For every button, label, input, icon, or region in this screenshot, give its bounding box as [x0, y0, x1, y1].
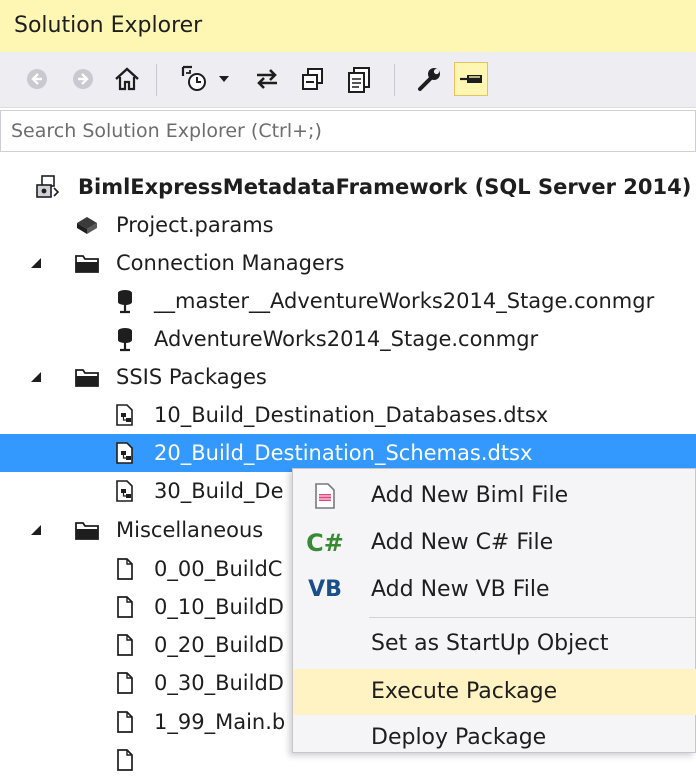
dtsx-package-icon — [112, 478, 138, 504]
connection-manager-icon — [112, 288, 138, 314]
connection-manager-icon — [112, 326, 138, 352]
forward-icon[interactable] — [66, 62, 100, 96]
search-box[interactable] — [0, 110, 696, 152]
tree-item-label: Connection Managers — [116, 251, 345, 275]
toolbar-separator — [394, 64, 395, 96]
menu-item-add-new-csharp-file[interactable]: C# Add New C# File — [293, 520, 696, 566]
file-icon — [112, 670, 138, 696]
vb-icon: VB — [308, 577, 342, 602]
tree-item-package-selected[interactable]: 20_Build_Destination_Schemas.dtsx — [0, 434, 696, 472]
folder-icon — [74, 250, 100, 276]
expanded-arrow-icon[interactable] — [28, 511, 44, 549]
search-input[interactable] — [1, 111, 696, 151]
biml-file-icon — [307, 473, 343, 519]
file-icon — [112, 747, 138, 773]
tree-item-ssis-packages[interactable]: SSIS Packages — [0, 358, 696, 396]
tree-item-label: 20_Build_Destination_Schemas.dtsx — [154, 441, 533, 465]
tree-item-package[interactable]: 10_Build_Destination_Databases.dtsx — [0, 396, 696, 434]
pending-changes-icon[interactable] — [178, 62, 212, 96]
dropdown-arrow-icon[interactable] — [214, 62, 234, 96]
menu-item-set-as-startup-object[interactable]: Set as StartUp Object — [293, 621, 696, 667]
tree-item-label: 1_99_Main.b — [154, 710, 286, 734]
window-title: Solution Explorer — [14, 13, 203, 38]
tree-item-project-params[interactable]: Project.params — [0, 206, 696, 244]
tree-item-label: AdventureWorks2014_Stage.conmgr — [154, 327, 539, 351]
tree-item-connection-manager[interactable]: AdventureWorks2014_Stage.conmgr — [0, 320, 696, 358]
tree-item-label: SSIS Packages — [116, 365, 267, 389]
solution-explorer-title-bar: Solution Explorer — [0, 0, 696, 52]
dtsx-package-icon — [112, 440, 138, 466]
ssis-project-icon — [34, 174, 60, 200]
expanded-arrow-icon[interactable] — [28, 358, 44, 396]
tree-item-connection-managers[interactable]: Connection Managers — [0, 244, 696, 282]
menu-separator — [369, 617, 695, 618]
tree-item-label: 0_10_BuildD — [154, 595, 284, 619]
tree-item-label: Project.params — [116, 213, 274, 237]
back-icon[interactable] — [20, 62, 54, 96]
menu-item-label: Add New VB File — [371, 577, 550, 602]
tree-item-label: 0_30_BuildD — [154, 671, 284, 695]
menu-item-add-new-vb-file[interactable]: VB Add New VB File — [293, 567, 696, 613]
menu-item-execute-package[interactable]: Execute Package — [293, 669, 696, 715]
tree-item-label: Miscellaneous — [116, 518, 264, 542]
collapse-all-icon[interactable] — [296, 62, 330, 96]
solution-explorer-toolbar — [0, 52, 696, 108]
menu-item-label: Execute Package — [371, 679, 558, 704]
file-icon — [112, 556, 138, 582]
tree-item-label: BimlExpressMetadataFramework (SQL Server… — [78, 175, 692, 199]
menu-item-deploy-package[interactable]: Deploy Package — [293, 715, 696, 761]
file-icon — [112, 709, 138, 735]
sync-icon[interactable] — [250, 62, 284, 96]
tree-item-label: 10_Build_Destination_Databases.dtsx — [154, 403, 549, 427]
tree-item-connection-manager[interactable]: __master__AdventureWorks2014_Stage.conmg… — [0, 282, 696, 320]
folder-icon — [74, 517, 100, 543]
params-icon — [74, 212, 100, 238]
tree-item-label: __master__AdventureWorks2014_Stage.conmg… — [154, 289, 655, 313]
pin-icon[interactable] — [454, 62, 488, 96]
tree-item-label: 30_Build_De — [154, 479, 284, 503]
home-icon[interactable] — [110, 62, 144, 96]
menu-item-add-new-biml-file[interactable]: Add New Biml File — [293, 473, 696, 519]
menu-item-label: Add New C# File — [371, 530, 554, 555]
folder-icon — [74, 364, 100, 390]
expanded-arrow-icon[interactable] — [28, 244, 44, 282]
toolbar-separator — [156, 64, 157, 96]
csharp-icon: C# — [306, 529, 344, 557]
menu-item-label: Set as StartUp Object — [371, 631, 609, 656]
file-icon — [112, 594, 138, 620]
properties-icon[interactable] — [412, 62, 446, 96]
menu-item-label: Deploy Package — [371, 725, 547, 750]
tree-item-project[interactable]: BimlExpressMetadataFramework (SQL Server… — [0, 168, 696, 206]
context-menu: Add New Biml File C# Add New C# File VB … — [292, 468, 696, 753]
dtsx-package-icon — [112, 402, 138, 428]
menu-item-label: Add New Biml File — [371, 483, 569, 508]
show-all-files-icon[interactable] — [342, 62, 376, 96]
tree-item-label: 0_20_BuildD — [154, 633, 284, 657]
file-icon — [112, 632, 138, 658]
tree-item-label: 0_00_BuildC — [154, 557, 283, 581]
